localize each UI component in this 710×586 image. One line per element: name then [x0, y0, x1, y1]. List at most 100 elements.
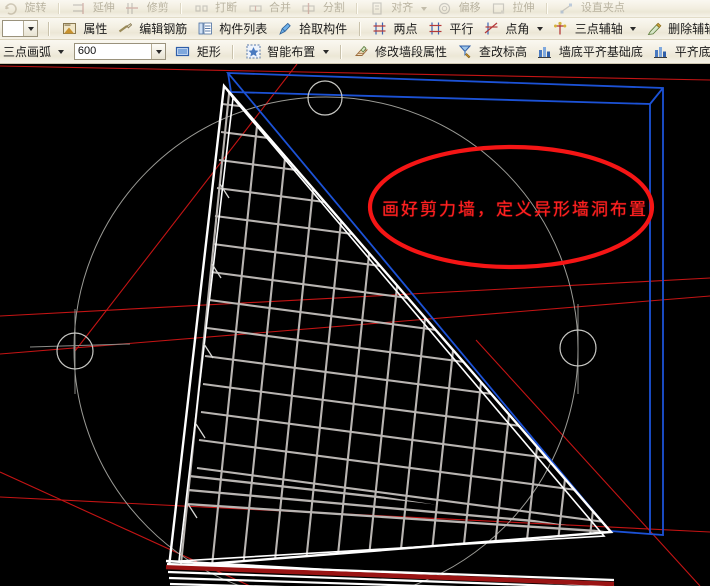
tool-pick-member-label: 拾取构件 [299, 21, 348, 36]
tool-check-elevation[interactable]: 查改标高 [455, 40, 530, 63]
toolbar-combo-left[interactable] [2, 20, 38, 38]
wall-draw-toolbar: 三点画弧 600 矩形 智能布置 修改墙段属性 查改标高 墙底平齐基础底 平齐底 [0, 40, 710, 64]
delete-axis-icon [647, 21, 662, 36]
application-window: 旋转 延伸 修剪 打断 合并 分割 对齐 偏移 拉伸 设直夹点 属性 编辑钢筋 … [0, 0, 710, 586]
tool-point-angle[interactable]: 点角 [481, 18, 546, 39]
tool-member-list-label: 构件列表 [219, 21, 268, 36]
toolbar-separator [232, 44, 235, 59]
tool-split[interactable]: 分割 [298, 0, 347, 17]
two-point-icon [372, 21, 387, 36]
tool-smart-layout-label: 智能布置 [267, 44, 316, 59]
chevron-down-icon[interactable] [322, 49, 329, 54]
tool-merge[interactable]: 合并 [245, 0, 294, 17]
tool-three-point-arc[interactable]: 三点画弧 [0, 40, 67, 63]
rebar-mesh [179, 86, 611, 567]
snap-circle-top [307, 80, 343, 116]
cad-drawing-canvas[interactable]: 画好剪力墙，定义异形墙洞布置 [0, 64, 710, 586]
trim-icon [125, 1, 140, 16]
tool-delete-axis[interactable]: 删除辅轴 [644, 18, 710, 39]
tool-parallel-label: 平行 [449, 21, 474, 36]
offset-icon [437, 1, 452, 16]
tool-modify-wall-segment[interactable]: 修改墙段属性 [351, 40, 450, 63]
tool-rectangle-label: 矩形 [196, 44, 221, 59]
main-toolbar: 属性 编辑钢筋 构件列表 拾取构件 两点 平行 点角 三点辅轴 删除辅 [0, 18, 710, 40]
chevron-down-icon[interactable] [536, 26, 543, 31]
tool-smart-layout[interactable]: 智能布置 [243, 40, 332, 63]
tool-offset[interactable]: 偏移 [434, 0, 483, 17]
check-elevation-icon [458, 44, 473, 59]
tool-extend-label: 延伸 [92, 2, 115, 15]
tool-merge-label: 合并 [268, 2, 291, 15]
flush-slab-icon [653, 44, 668, 59]
toolbar-separator [57, 3, 60, 15]
radius-value: 600 [77, 45, 97, 58]
chevron-down-icon[interactable] [420, 6, 427, 11]
wall-volume-box-blue [226, 72, 664, 536]
tool-wall-base-flush-foundation[interactable]: 墙底平齐基础底 [534, 40, 645, 63]
tool-check-elevation-label: 查改标高 [478, 44, 527, 59]
tool-modify-wall-segment-label: 修改墙段属性 [375, 44, 448, 59]
annotation-ellipse [367, 144, 655, 270]
tool-point-angle-label: 点角 [505, 21, 530, 36]
tool-edit-rebar-label: 编辑钢筋 [139, 21, 188, 36]
tool-offset-label: 偏移 [458, 2, 481, 15]
toolbar-separator [358, 21, 361, 36]
chevron-down-icon[interactable] [58, 49, 65, 54]
tool-trim-label: 修剪 [146, 2, 169, 15]
tool-align[interactable]: 对齐 [367, 0, 430, 17]
point-angle-icon [484, 21, 499, 36]
tool-two-point[interactable]: 两点 [369, 18, 420, 39]
wall-base-flush-icon [537, 44, 552, 59]
tool-three-point-axis[interactable]: 三点辅轴 [550, 18, 639, 39]
tool-flush-slab[interactable]: 平齐底板 [650, 40, 710, 63]
tool-trim[interactable]: 修剪 [122, 0, 171, 17]
toolbar-separator [48, 21, 51, 36]
stretch-icon [491, 1, 506, 16]
radius-input[interactable]: 600 [73, 43, 166, 61]
tool-two-point-label: 两点 [393, 21, 418, 36]
snap-markers[interactable] [56, 80, 597, 370]
tool-pick-member[interactable]: 拾取构件 [275, 18, 350, 39]
axis-line-red-mid [0, 295, 710, 355]
tool-stretch-label: 拉伸 [512, 2, 535, 15]
toolbar-separator [356, 3, 359, 15]
break-icon [194, 1, 209, 16]
tool-edit-rebar[interactable]: 编辑钢筋 [115, 18, 190, 39]
tool-stretch[interactable]: 拉伸 [488, 0, 537, 17]
member-list-icon [198, 21, 213, 36]
tool-three-point-arc-label: 三点画弧 [3, 44, 52, 59]
toolbar-separator [180, 3, 183, 15]
modify-wall-seg-icon [354, 44, 369, 59]
chevron-down-icon[interactable] [150, 44, 165, 60]
tool-rectangle[interactable]: 矩形 [172, 40, 223, 63]
extend-icon [71, 1, 86, 16]
chevron-down-icon[interactable] [23, 21, 37, 37]
tool-split-label: 分割 [322, 2, 345, 15]
tool-rotate[interactable]: 旋转 [0, 0, 49, 17]
rectangle-icon [175, 44, 190, 59]
toolbar-separator [340, 44, 343, 59]
tool-break-label: 打断 [215, 2, 238, 15]
tool-set-grip-label: 设直夹点 [580, 2, 625, 15]
split-icon [301, 1, 316, 16]
tool-parallel[interactable]: 平行 [425, 18, 476, 39]
tool-flush-slab-label: 平齐底板 [674, 44, 710, 59]
chevron-down-icon[interactable] [630, 26, 637, 31]
wall-box-face-far [226, 72, 664, 536]
tool-extend[interactable]: 延伸 [68, 0, 117, 17]
properties-icon [62, 21, 77, 36]
tool-wall-base-flush-foundation-label: 墙底平齐基础底 [558, 44, 643, 59]
tool-properties[interactable]: 属性 [59, 18, 110, 39]
wall-box-edge-top-right [649, 87, 664, 105]
tool-properties-label: 属性 [83, 21, 108, 36]
edit-toolbar-disabled: 旋转 延伸 修剪 打断 合并 分割 对齐 偏移 拉伸 设直夹点 [0, 0, 710, 18]
parallel-icon [428, 21, 443, 36]
tool-break[interactable]: 打断 [191, 0, 240, 17]
rotate-icon [3, 1, 18, 16]
snap-guide-lines [29, 304, 579, 394]
tool-member-list[interactable]: 构件列表 [195, 18, 270, 39]
tool-set-grip[interactable]: 设直夹点 [556, 0, 627, 17]
set-grip-icon [559, 1, 574, 16]
wall-base-edge [165, 559, 615, 586]
align-icon [370, 1, 385, 16]
